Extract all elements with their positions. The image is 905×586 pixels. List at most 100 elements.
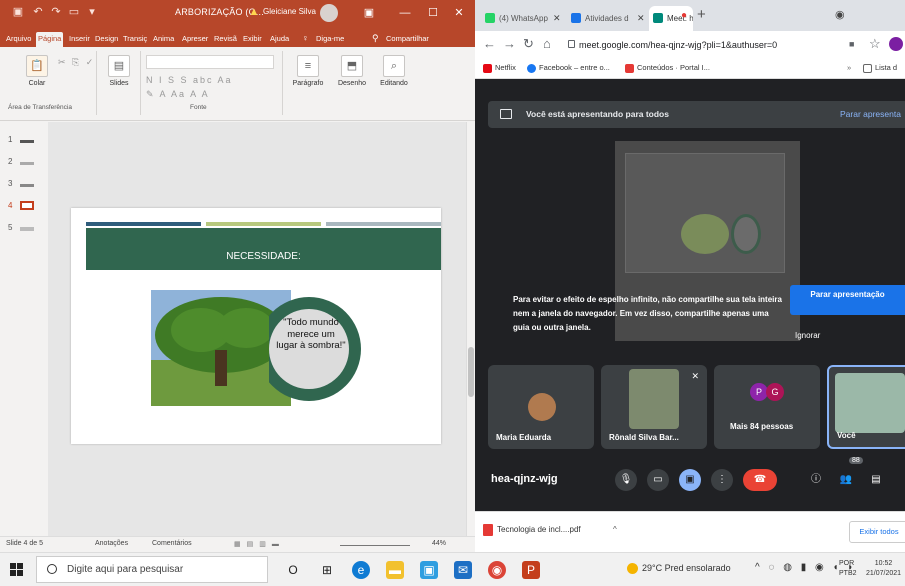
cortana-icon[interactable]: O: [284, 561, 302, 579]
new-tab-button[interactable]: +: [697, 6, 706, 23]
zoom-slider[interactable]: [340, 545, 410, 546]
stop-presenting-button[interactable]: Parar apresentação: [790, 285, 905, 315]
forward-icon[interactable]: →: [503, 37, 516, 51]
show-all-downloads-button[interactable]: Exibir todos: [849, 521, 905, 543]
self-video: [835, 373, 905, 433]
slide-thumb-active[interactable]: 4: [8, 198, 38, 214]
tab-pagina[interactable]: Página: [36, 32, 64, 47]
tab-arquivo[interactable]: Arquivo: [4, 32, 33, 45]
paste-button[interactable]: 📋 Colar: [22, 55, 52, 87]
reload-icon[interactable]: ↻: [523, 37, 534, 51]
taskbar-search[interactable]: Digite aqui para pesquisar: [36, 556, 268, 583]
people-button[interactable]: 👥: [835, 469, 857, 491]
download-item[interactable]: Tecnologia de incl....pdf: [483, 524, 581, 536]
redo-icon[interactable]: ↷: [50, 6, 62, 18]
participant-tile[interactable]: Maria Eduarda: [488, 365, 594, 449]
bookmark-conteudos[interactable]: Conteúdos · Portal I...: [625, 63, 710, 73]
avatar[interactable]: [320, 4, 338, 22]
edge-icon[interactable]: e: [352, 561, 370, 579]
tab-exibir[interactable]: Exibir: [241, 32, 264, 45]
vertical-scrollbar[interactable]: [466, 122, 475, 536]
tell-me-search[interactable]: Diga-me: [314, 32, 346, 45]
tab-revisao[interactable]: Revisã: [212, 32, 239, 45]
store-icon[interactable]: ▣: [420, 561, 438, 579]
tab-ajuda[interactable]: Ajuda: [268, 32, 291, 45]
chat-button[interactable]: ▤: [865, 469, 887, 491]
powerpoint-icon[interactable]: P: [522, 561, 540, 579]
camera-button[interactable]: ▭: [647, 469, 669, 491]
reading-list[interactable]: Lista d: [863, 63, 897, 73]
user-name[interactable]: Gleiciane Silva: [263, 7, 316, 16]
star-icon[interactable]: ☆: [869, 37, 881, 51]
comments-button[interactable]: Comentários: [152, 540, 192, 547]
chrome-icon[interactable]: ◉: [488, 561, 506, 579]
ignore-button[interactable]: Ignorar: [795, 331, 820, 340]
font-family-select[interactable]: [146, 55, 274, 69]
close-tab-icon[interactable]: ✕: [637, 13, 645, 24]
tab-apresentacao[interactable]: Apreser: [180, 32, 210, 45]
close-button[interactable]: ✕: [450, 4, 468, 22]
clock[interactable]: 10:52 21/07/2021: [866, 559, 901, 579]
editing-button[interactable]: ⌕ Editando: [374, 55, 414, 87]
profile-icon[interactable]: [889, 37, 903, 51]
customize-qa-icon[interactable]: ▾: [86, 6, 98, 18]
participant-tile[interactable]: P G Mais 84 pessoas: [714, 365, 820, 449]
slide-thumb[interactable]: 2: [8, 154, 38, 170]
slide-thumb[interactable]: 3: [8, 176, 38, 192]
bookmark-netflix[interactable]: Netflix: [483, 63, 516, 73]
home-icon[interactable]: ⌂: [543, 37, 551, 51]
tab-search-icon[interactable]: ◉: [835, 8, 845, 21]
slide-quote[interactable]: "Todo mundo merece um lugar à sombra!": [276, 317, 346, 352]
save-icon[interactable]: ▣: [12, 6, 24, 18]
undo-icon[interactable]: ↶: [32, 6, 44, 18]
more-options-button[interactable]: ⋮: [711, 469, 733, 491]
paragraph-button[interactable]: ≡ Parágrafo: [288, 55, 328, 87]
share-button[interactable]: Compartilhar: [384, 32, 431, 45]
leave-call-button[interactable]: ☎: [743, 469, 777, 491]
scroll-thumb[interactable]: [468, 347, 474, 397]
bookmark-facebook[interactable]: Facebook – entre o...: [527, 63, 610, 73]
tab-atividades[interactable]: Atividades d: [567, 6, 635, 31]
minimize-button[interactable]: —: [396, 4, 414, 22]
info-button[interactable]: ⓘ: [805, 469, 827, 491]
weather-text[interactable]: 29°C Pred ensolarado: [642, 563, 731, 573]
weather-icon[interactable]: [627, 563, 638, 574]
close-tab-icon[interactable]: ✕: [553, 13, 561, 24]
start-slideshow-icon[interactable]: ▭: [68, 6, 80, 18]
tab-whatsapp[interactable]: (4) WhatsApp: [481, 6, 553, 31]
self-tile[interactable]: Você: [827, 365, 905, 449]
slide-editor[interactable]: NECESSIDADE: "Todo mundo merece um lugar…: [48, 122, 466, 536]
mic-button[interactable]: 🎙: [615, 469, 637, 491]
font-format-icons[interactable]: N I S S abc Aa: [146, 75, 233, 85]
back-icon[interactable]: ←: [483, 37, 496, 51]
windows-start-button[interactable]: [10, 563, 24, 577]
tab-transicoes[interactable]: Transiç: [121, 32, 149, 45]
drawing-button[interactable]: ⬒ Desenho: [332, 55, 372, 87]
slide-thumb[interactable]: 1: [8, 132, 38, 148]
cut-copy-icons[interactable]: ✂ ⎘ ✓: [58, 57, 95, 68]
task-view-icon[interactable]: ⊞: [318, 561, 336, 579]
present-button[interactable]: ▣: [679, 469, 701, 491]
zoom-level[interactable]: 44%: [432, 540, 446, 547]
address-bar[interactable]: meet.google.com/hea-qjnz-wjg?pli=1&authu…: [565, 35, 865, 55]
slide-thumb[interactable]: 5: [8, 220, 38, 236]
file-explorer-icon[interactable]: ▬: [386, 561, 404, 579]
chevron-up-icon[interactable]: ^: [613, 525, 617, 534]
tab-inserir[interactable]: Inserir: [67, 32, 92, 45]
view-icons[interactable]: ▦▤▥▬: [234, 540, 285, 548]
slides-button[interactable]: ▤ Slides: [102, 55, 136, 87]
maximize-button[interactable]: ☐: [424, 4, 442, 22]
slide-title[interactable]: NECESSIDADE:: [86, 228, 441, 270]
font-color-icons[interactable]: ✎ A Aa A A: [146, 89, 210, 100]
more-bookmarks-icon[interactable]: »: [847, 63, 851, 72]
camera-icon[interactable]: ■: [849, 37, 854, 51]
language-indicator[interactable]: POR PTB2: [839, 559, 857, 579]
mail-icon[interactable]: ✉: [454, 561, 472, 579]
participant-tile[interactable]: ✕ Rônald Silva Bar...: [601, 365, 707, 449]
stop-presenting-link[interactable]: Parar apresenta: [840, 109, 901, 119]
tab-animacoes[interactable]: Anima: [151, 32, 176, 45]
tab-design[interactable]: Design: [93, 32, 120, 45]
current-slide[interactable]: NECESSIDADE: "Todo mundo merece um lugar…: [71, 208, 441, 444]
ribbon-display-icon[interactable]: ▣: [360, 4, 378, 22]
notes-button[interactable]: Anotações: [95, 540, 128, 547]
